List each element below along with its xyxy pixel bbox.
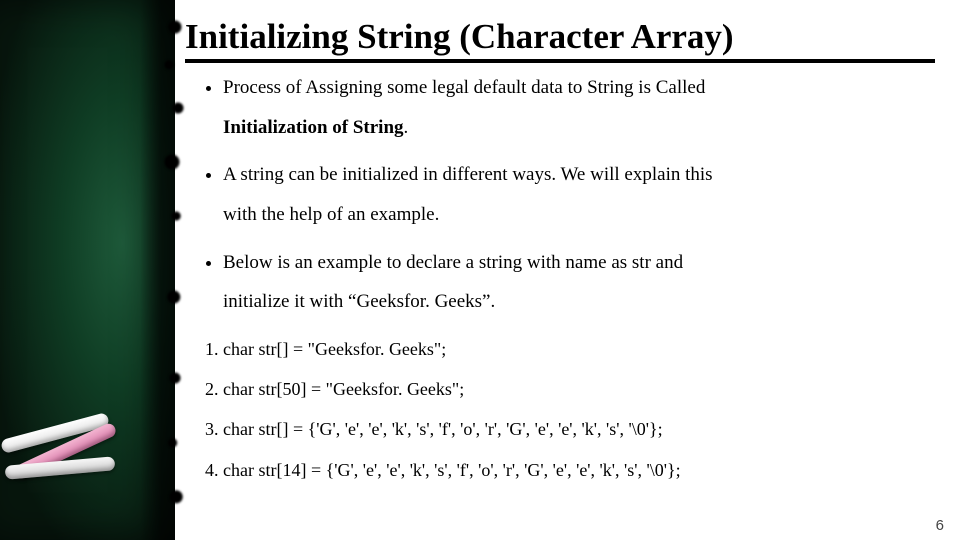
example-2: char str[50] = "Geeksfor. Geeks"; xyxy=(223,377,925,401)
title-area: Initializing String (Character Array) xyxy=(185,18,935,63)
example-4: char str[14] = {'G', 'e', 'e', 'k', 's',… xyxy=(223,458,925,482)
example-1: char str[] = "Geeksfor. Geeks"; xyxy=(223,337,925,361)
chalk-sticks xyxy=(10,410,150,480)
bullet-1-text-a: Process of Assigning some legal default … xyxy=(223,77,705,98)
bullet-1-tail: . xyxy=(404,117,409,138)
page-number: 6 xyxy=(936,517,944,534)
bullet-3-line2: initialize it with “Geeksfor. Geeks”. xyxy=(223,289,925,315)
chalkboard-strip xyxy=(0,0,175,540)
bullet-3-line1: Below is an example to declare a string … xyxy=(223,252,683,273)
bullet-3: Below is an example to declare a string … xyxy=(223,250,925,315)
bullet-2-line2: with the help of an example. xyxy=(223,202,925,228)
slide-body: Process of Assigning some legal default … xyxy=(195,75,925,498)
bullet-1: Process of Assigning some legal default … xyxy=(223,75,925,140)
bullet-list: Process of Assigning some legal default … xyxy=(195,75,925,315)
example-3: char str[] = {'G', 'e', 'e', 'k', 's', '… xyxy=(223,417,925,441)
slide-title: Initializing String (Character Array) xyxy=(185,18,935,57)
bullet-1-bold: Initialization of String xyxy=(223,117,404,138)
title-underline: Initializing String (Character Array) xyxy=(185,18,935,63)
bullet-2-line1: A string can be initialized in different… xyxy=(223,164,713,185)
example-list: char str[] = "Geeksfor. Geeks"; char str… xyxy=(195,337,925,482)
slide: Initializing String (Character Array) Pr… xyxy=(0,0,960,540)
bullet-2: A string can be initialized in different… xyxy=(223,162,925,227)
